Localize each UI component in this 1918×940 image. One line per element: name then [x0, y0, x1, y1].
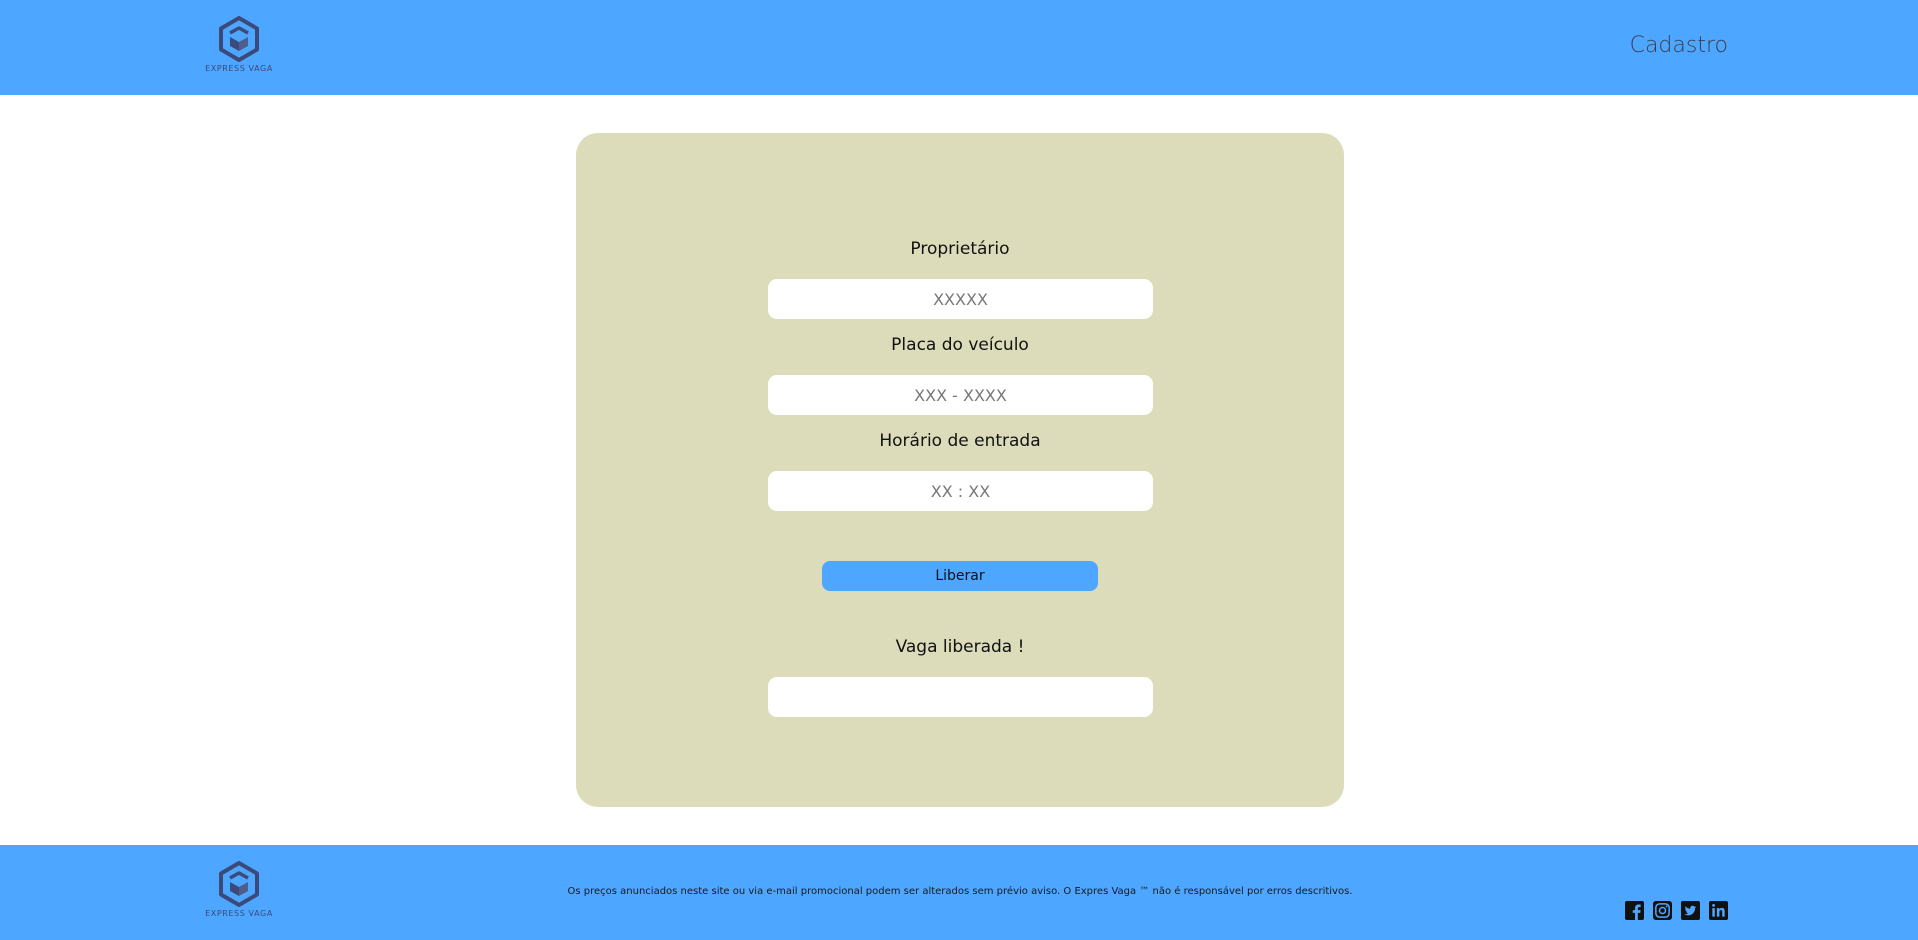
logo[interactable]: EXPRESS VAGA — [194, 16, 284, 73]
footer: EXPRESS VAGA Os preços anunciados neste … — [0, 845, 1918, 940]
plate-input[interactable] — [768, 375, 1153, 415]
result-label: Vaga liberada ! — [895, 637, 1025, 657]
instagram-icon[interactable] — [1653, 901, 1672, 920]
facebook-icon[interactable] — [1625, 901, 1644, 920]
owner-label: Proprietário — [910, 239, 1010, 259]
twitter-icon[interactable] — [1681, 901, 1700, 920]
plate-label: Placa do veículo — [891, 335, 1029, 355]
entry-time-input[interactable] — [768, 471, 1153, 511]
cube-logo-icon — [219, 16, 259, 62]
footer-logo-text: EXPRESS VAGA — [205, 909, 273, 918]
footer-logo[interactable]: EXPRESS VAGA — [194, 861, 284, 918]
liberar-button[interactable]: Liberar — [822, 561, 1098, 591]
cube-logo-icon — [219, 861, 259, 907]
entry-time-label: Horário de entrada — [879, 431, 1041, 451]
footer-disclaimer: Os preços anunciados neste site ou via e… — [567, 886, 1353, 897]
result-field[interactable] — [768, 677, 1153, 717]
social-links — [1625, 901, 1728, 920]
registration-card: Proprietário Placa do veículo Horário de… — [576, 133, 1344, 807]
linkedin-icon[interactable] — [1709, 901, 1728, 920]
nav-link-cadastro[interactable]: Cadastro — [1630, 33, 1728, 58]
logo-text: EXPRESS VAGA — [205, 64, 273, 73]
owner-input[interactable] — [768, 279, 1153, 319]
header: EXPRESS VAGA Cadastro — [0, 0, 1918, 95]
